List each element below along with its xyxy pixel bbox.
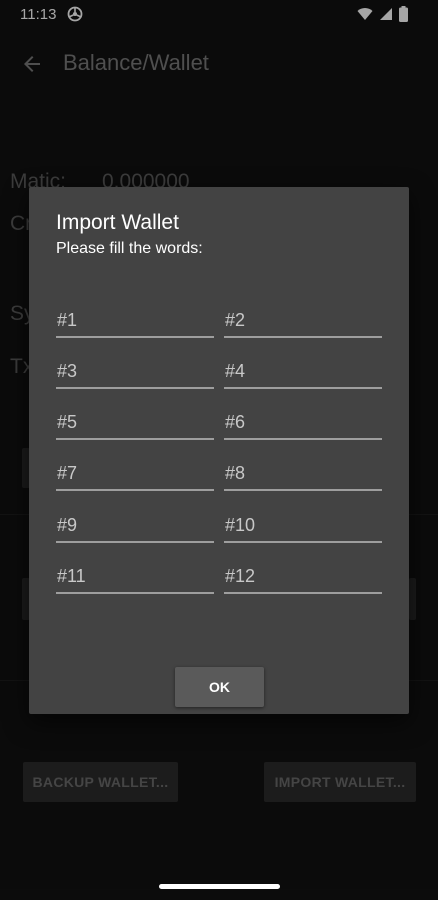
word-input-2[interactable] bbox=[224, 304, 382, 336]
word-field-4[interactable] bbox=[224, 355, 382, 389]
word-input-6[interactable] bbox=[224, 406, 382, 438]
word-input-7[interactable] bbox=[56, 457, 214, 489]
word-field-12[interactable] bbox=[224, 560, 382, 594]
word-input-9[interactable] bbox=[56, 509, 214, 541]
word-input-10[interactable] bbox=[224, 509, 382, 541]
dialog-subtitle: Please fill the words: bbox=[56, 240, 203, 257]
word-input-1[interactable] bbox=[56, 304, 214, 336]
word-field-7[interactable] bbox=[56, 457, 214, 491]
word-input-8[interactable] bbox=[224, 457, 382, 489]
word-input-4[interactable] bbox=[224, 355, 382, 387]
ok-button[interactable]: OK bbox=[175, 667, 264, 707]
word-input-11[interactable] bbox=[56, 560, 214, 592]
gesture-nav-handle[interactable] bbox=[159, 884, 280, 889]
word-field-5[interactable] bbox=[56, 406, 214, 440]
dialog-title: Import Wallet bbox=[56, 211, 179, 234]
import-wallet-dialog: Import Wallet Please fill the words: OK bbox=[29, 187, 409, 714]
word-field-8[interactable] bbox=[224, 457, 382, 491]
word-field-3[interactable] bbox=[56, 355, 214, 389]
word-field-10[interactable] bbox=[224, 509, 382, 543]
word-field-1[interactable] bbox=[56, 304, 214, 338]
word-field-9[interactable] bbox=[56, 509, 214, 543]
word-input-3[interactable] bbox=[56, 355, 214, 387]
word-input-12[interactable] bbox=[224, 560, 382, 592]
word-field-2[interactable] bbox=[224, 304, 382, 338]
word-field-6[interactable] bbox=[224, 406, 382, 440]
word-input-5[interactable] bbox=[56, 406, 214, 438]
word-field-11[interactable] bbox=[56, 560, 214, 594]
